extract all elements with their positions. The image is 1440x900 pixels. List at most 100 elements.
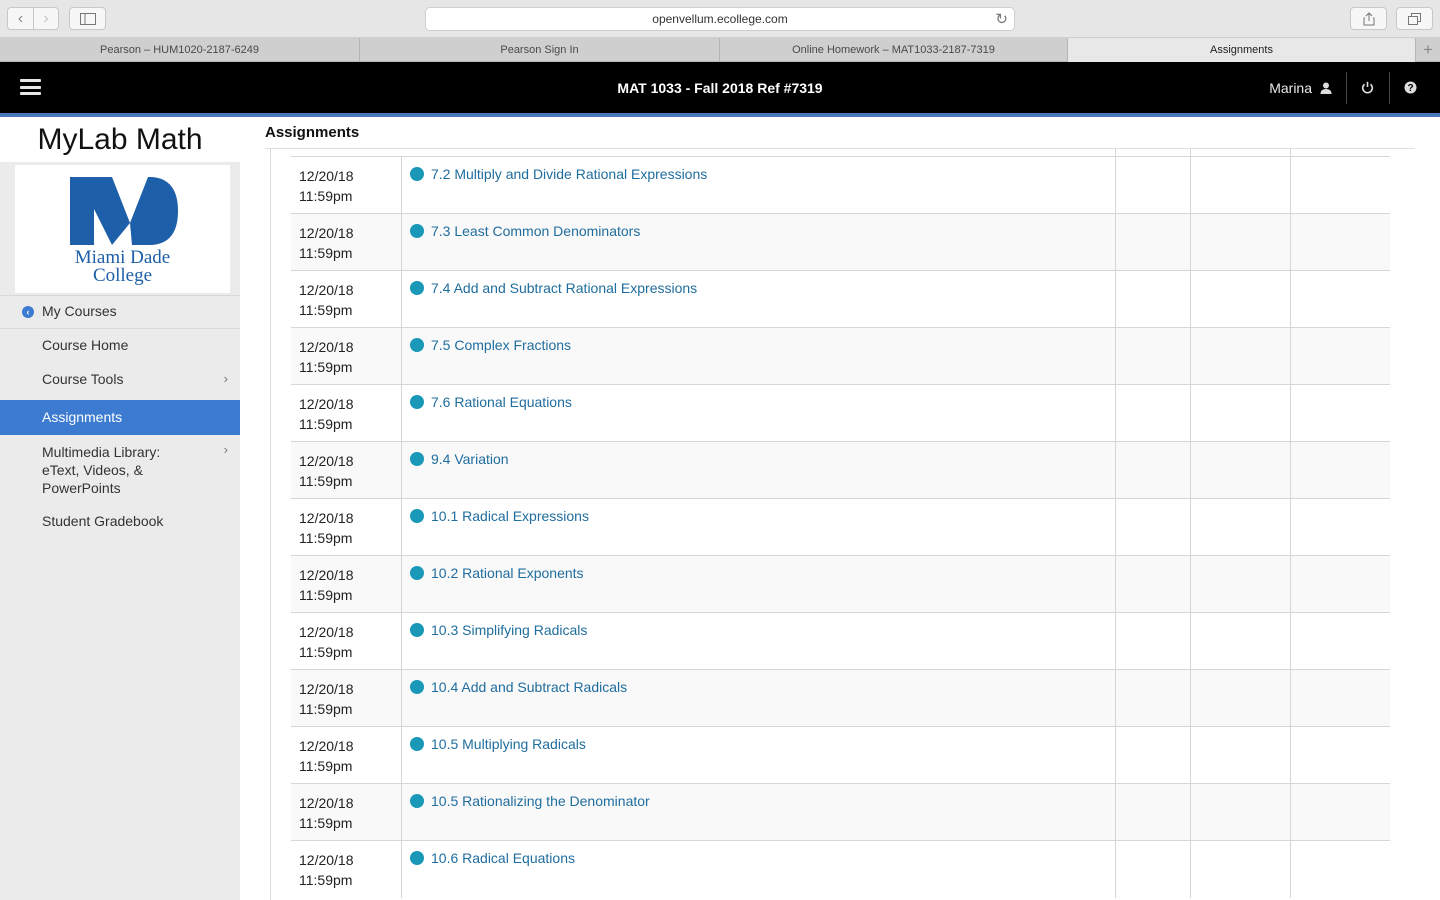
due-date-cell: 12/20/18 11:59pm [299, 337, 354, 377]
browser-toolbar: ‹ › openvellum.ecollege.com ↻ [0, 0, 1440, 38]
help-icon: ? [1404, 81, 1417, 94]
due-time: 11:59pm [299, 872, 353, 888]
due-time: 11:59pm [299, 188, 353, 204]
mdc-logo-icon [70, 177, 178, 245]
history-buttons: ‹ › [7, 7, 59, 30]
due-time: 11:59pm [299, 530, 353, 546]
assignment-link[interactable]: 7.6 Rational Equations [431, 394, 572, 410]
due-date: 12/20/18 [299, 396, 354, 412]
due-date: 12/20/18 [299, 681, 354, 697]
tabs-overview-button[interactable] [1396, 7, 1433, 30]
address-bar[interactable]: openvellum.ecollege.com ↻ [425, 7, 1015, 31]
app-header: MAT 1033 - Fall 2018 Ref #7319 Marina ? [0, 62, 1440, 113]
forward-button[interactable]: › [33, 7, 59, 30]
table-row: 12/20/18 11:59pm 10.4 Add and Subtract R… [291, 669, 1390, 727]
due-date-cell: 12/20/18 11:59pm [299, 679, 354, 719]
status-dot-icon [410, 509, 424, 523]
page-title: Assignments [265, 124, 360, 141]
assignment-link[interactable]: 10.5 Multiplying Radicals [431, 736, 586, 752]
sidebar-item-student-gradebook[interactable]: Student Gradebook [0, 511, 240, 533]
sign-out-button[interactable] [1361, 62, 1374, 113]
status-dot-icon [410, 224, 424, 238]
share-button[interactable] [1350, 7, 1387, 30]
tab-online-homework[interactable]: Online Homework – MAT1033-2187-7319 [720, 38, 1068, 62]
column-divider [1115, 148, 1116, 156]
table-row: 12/20/18 11:59pm 9.4 Variation [291, 441, 1390, 499]
due-time: 11:59pm [299, 416, 353, 432]
header-divider [1389, 72, 1390, 104]
chevron-right-icon: › [223, 442, 228, 457]
due-date-cell: 12/20/18 11:59pm [299, 736, 354, 776]
sidebar-item-course-home[interactable]: Course Home [0, 333, 240, 359]
assignment-link[interactable]: 10.4 Add and Subtract Radicals [431, 679, 627, 695]
user-name: Marina [1269, 79, 1312, 96]
due-date: 12/20/18 [299, 339, 354, 355]
status-dot-icon [410, 566, 424, 580]
assignment-link[interactable]: 9.4 Variation [431, 451, 509, 467]
power-icon [1361, 81, 1374, 94]
left-sidebar: MyLab Math Miami Dade College ‹ My Cours… [0, 117, 240, 900]
table-row: 12/20/18 11:59pm 10.1 Radical Expression… [291, 498, 1390, 556]
sidebar-item-course-tools[interactable]: Course Tools › [0, 367, 240, 393]
header-divider [1346, 72, 1347, 104]
share-icon [1363, 11, 1374, 25]
status-dot-icon [410, 680, 424, 694]
sidebar-item-multimedia-library[interactable]: Multimedia Library: eText, Videos, & Pow… [0, 442, 240, 499]
due-time: 11:59pm [299, 758, 353, 774]
table-row: 12/20/18 11:59pm 10.6 Radical Equations [291, 840, 1390, 898]
due-date-cell: 12/20/18 11:59pm [299, 793, 354, 833]
content-left-border [270, 148, 271, 900]
menu-icon[interactable] [20, 79, 41, 95]
due-date-cell: 12/20/18 11:59pm [299, 223, 354, 263]
user-menu[interactable]: Marina [1269, 62, 1332, 113]
tab-assignments[interactable]: Assignments [1068, 38, 1416, 62]
new-tab-button[interactable]: + [1416, 38, 1440, 62]
assignment-link[interactable]: 10.5 Rationalizing the Denominator [431, 793, 650, 809]
assignments-table: 12/20/18 11:59pm 7.2 Multiply and Divide… [291, 156, 1390, 898]
assignment-link[interactable]: 7.4 Add and Subtract Rational Expression… [431, 280, 697, 296]
due-date-cell: 12/20/18 11:59pm [299, 451, 354, 491]
back-button[interactable]: ‹ [7, 7, 33, 30]
status-dot-icon [410, 452, 424, 466]
status-dot-icon [410, 737, 424, 751]
sidebar-item-assignments[interactable]: Assignments [0, 400, 240, 435]
due-date-cell: 12/20/18 11:59pm [299, 565, 354, 605]
assignment-link[interactable]: 10.3 Simplifying Radicals [431, 622, 587, 638]
assignment-link[interactable]: 10.1 Radical Expressions [431, 508, 589, 524]
table-row: 12/20/18 11:59pm 10.5 Multiplying Radica… [291, 726, 1390, 784]
due-time: 11:59pm [299, 644, 353, 660]
assignment-link[interactable]: 7.5 Complex Fractions [431, 337, 571, 353]
chevron-right-icon: › [43, 9, 49, 27]
sidebar-item-my-courses[interactable]: ‹ My Courses [0, 296, 240, 329]
tab-pearson-sign-in[interactable]: Pearson Sign In [360, 38, 720, 62]
course-title: MAT 1033 - Fall 2018 Ref #7319 [617, 79, 823, 96]
due-date: 12/20/18 [299, 453, 354, 469]
help-button[interactable]: ? [1404, 62, 1417, 113]
due-date: 12/20/18 [299, 852, 354, 868]
sidebar-icon [79, 12, 96, 25]
show-sidebar-button[interactable] [69, 7, 106, 30]
status-dot-icon [410, 851, 424, 865]
user-icon [1320, 82, 1332, 94]
assignment-link[interactable]: 7.2 Multiply and Divide Rational Express… [431, 166, 707, 182]
logo-line-2: College [92, 265, 153, 286]
chevron-left-icon: ‹ [17, 9, 24, 27]
tab-pearson-hum[interactable]: Pearson – HUM1020-2187-6249 [0, 38, 360, 62]
assignment-link[interactable]: 10.6 Radical Equations [431, 850, 575, 866]
due-date: 12/20/18 [299, 567, 354, 583]
due-date: 12/20/18 [299, 282, 354, 298]
column-divider [1190, 148, 1191, 156]
due-date: 12/20/18 [299, 225, 354, 241]
table-row: 12/20/18 11:59pm 7.5 Complex Fractions [291, 327, 1390, 385]
reload-icon[interactable]: ↻ [995, 10, 1008, 28]
due-date: 12/20/18 [299, 795, 354, 811]
assignment-link[interactable]: 10.2 Rational Exponents [431, 565, 584, 581]
due-date-cell: 12/20/18 11:59pm [299, 508, 354, 548]
assignment-link[interactable]: 7.3 Least Common Denominators [431, 223, 640, 239]
status-dot-icon [410, 623, 424, 637]
due-date-cell: 12/20/18 11:59pm [299, 280, 354, 320]
status-dot-icon [410, 281, 424, 295]
status-dot-icon [410, 167, 424, 181]
url-text: openvellum.ecollege.com [652, 12, 788, 26]
table-row: 12/20/18 11:59pm 7.4 Add and Subtract Ra… [291, 270, 1390, 328]
